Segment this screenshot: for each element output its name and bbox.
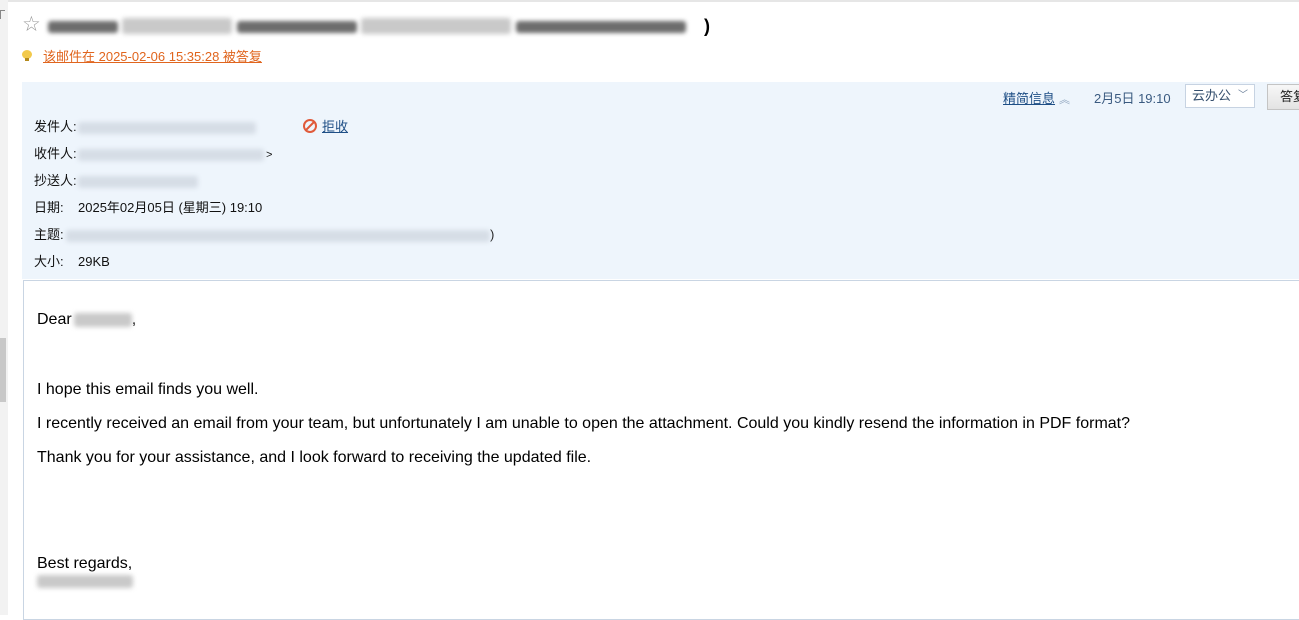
header-toolbar: 精简信息︽ 2月5日 19:10 云办公 ﹀ 答复: [22, 82, 1299, 112]
subject-end-char: ): [704, 16, 710, 36]
reject-icon: [303, 119, 317, 133]
left-scroll-strip[interactable]: [0, 0, 8, 615]
email-subject-title: ): [48, 14, 710, 38]
date-row: 日期: 2025年02月05日 (星期三) 19:10: [34, 199, 262, 217]
subject-label: 主题:: [34, 227, 64, 242]
chevron-down-icon: ﹀: [1238, 90, 1248, 101]
body-line-1: I hope this email finds you well.: [37, 381, 259, 398]
size-row: 大小: 29KB: [34, 253, 110, 271]
redacted-recipient-name: [73, 312, 132, 327]
redacted-cc: [78, 175, 198, 188]
body-line-2: I recently received an email from your t…: [37, 415, 1131, 432]
size-value: 29KB: [78, 254, 110, 269]
reject-link[interactable]: 拒收: [303, 118, 348, 136]
redacted-subject: [236, 21, 357, 33]
redacted-subject: [515, 21, 686, 33]
redacted-subject-value: [66, 229, 490, 242]
chevron-up-icon: ︽: [1059, 94, 1071, 106]
redacted-signature: [37, 575, 133, 589]
reply-button[interactable]: 答复: [1267, 84, 1299, 110]
subject-suffix: ): [490, 227, 495, 242]
from-row: 发件人: 拒收: [34, 118, 394, 136]
signature-line: [37, 572, 133, 592]
date-label: 日期:: [34, 200, 64, 215]
replied-notice: 该邮件在 2025-02-06 15:35:28 被答复: [22, 46, 262, 64]
cloud-office-dropdown[interactable]: 云办公 ﹀: [1185, 84, 1255, 108]
star-icon[interactable]: ☆: [22, 14, 44, 36]
greeting-text: Dear: [37, 311, 72, 328]
collapse-handle[interactable]: [0, 10, 5, 19]
to-suffix: >: [266, 149, 273, 161]
subject-row: 主题:): [34, 226, 494, 244]
size-label: 大小:: [34, 254, 64, 269]
reject-label: 拒收: [322, 119, 349, 134]
to-label: 收件人:: [34, 146, 77, 161]
replied-notice-link[interactable]: 该邮件在 2025-02-06 15:35:28 被答复: [43, 49, 262, 64]
brief-info-toggle[interactable]: 精简信息 ︽: [1003, 88, 1070, 107]
greeting-line: Dear,: [37, 310, 136, 330]
closing-line: Best regards,: [37, 555, 133, 572]
top-divider: [8, 0, 1299, 2]
greeting-suffix: ,: [131, 311, 137, 328]
email-body: Dear, I hope this email finds you well. …: [23, 280, 1299, 620]
email-header-panel: 精简信息︽ 2月5日 19:10 云办公 ﹀ 答复 发件人: 拒收 收件人:> …: [22, 82, 1299, 279]
reply-button-label: 答复: [1280, 89, 1299, 104]
to-row: 收件人: >: [34, 145, 272, 163]
cc-row: 抄送人:: [34, 172, 198, 190]
header-datetime: 2月5日 19:10: [1094, 91, 1171, 106]
date-value: 2025年02月05日 (星期三) 19:10: [78, 200, 263, 215]
cloud-office-label: 云办公: [1192, 88, 1232, 103]
scrollbar-thumb[interactable]: [0, 338, 6, 402]
brief-info-label: 精简信息: [1003, 91, 1056, 106]
redacted-subject: [361, 18, 512, 34]
cc-label: 抄送人:: [34, 173, 77, 188]
redacted-subject: [122, 18, 233, 34]
lightbulb-icon: [22, 50, 32, 62]
from-label: 发件人:: [34, 119, 77, 134]
redacted-sender: [78, 121, 256, 134]
redacted-subject: [48, 21, 118, 33]
redacted-recipient: [78, 148, 264, 161]
body-line-3: Thank you for your assistance, and I loo…: [37, 449, 592, 466]
